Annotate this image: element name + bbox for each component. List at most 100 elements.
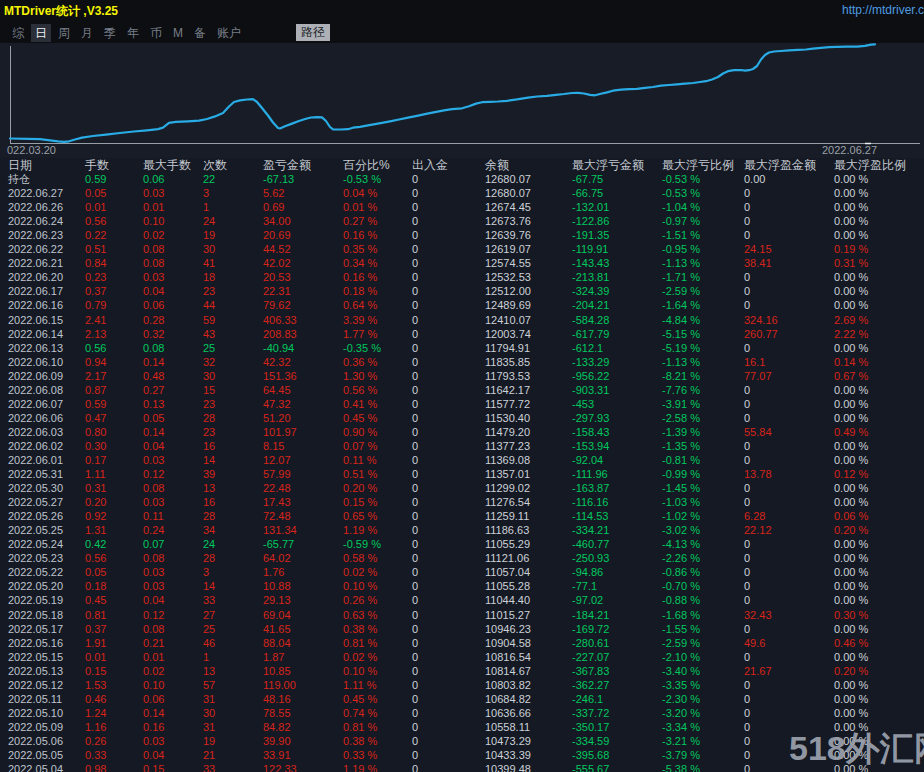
app-url-link[interactable]: http://mtdriver.cn [842,3,924,17]
table-row[interactable]: 2022.06.092.170.4830151.361.30 %011793.5… [0,369,924,383]
cell: -956.22 [572,369,662,383]
table-row[interactable]: 2022.06.010.170.031412.070.11 %011369.08… [0,453,924,467]
cell: -350.17 [572,720,662,734]
cell: 0.38 % [343,734,412,748]
cell: 2022.05.30 [8,481,85,495]
tab-备[interactable]: 备 [190,24,210,42]
tab-年[interactable]: 年 [123,24,143,42]
table-body: 持仓0.590.0622-67.13-0.53 %012680.07-67.75… [0,172,924,772]
cell: 0.00 % [834,706,924,720]
table-row[interactable]: 2022.05.161.910.214688.040.81 %010904.58… [0,636,924,650]
cell: 0.20 % [834,523,924,537]
cell: 0 [744,341,834,355]
cell: -334.59 [572,734,662,748]
table-row[interactable]: 2022.06.130.560.0825-40.94-0.35 %011794.… [0,341,924,355]
tab-日[interactable]: 日 [31,24,51,42]
cell: -903.31 [572,383,662,397]
table-row[interactable]: 2022.06.260.010.0110.690.01 %012674.45-1… [0,200,924,214]
tab-季[interactable]: 季 [100,24,120,42]
table-row[interactable]: 2022.06.020.300.04168.150.07 %011377.23-… [0,439,924,453]
cell: 0 [412,734,485,748]
cell: 0.08 [143,551,203,565]
cell: 0.15 [85,664,143,678]
tab-月[interactable]: 月 [77,24,97,42]
table-row[interactable]: 2022.06.210.840.084142.020.34 %012574.55… [0,256,924,270]
cell: -133.29 [572,355,662,369]
table-row[interactable]: 2022.05.230.560.082864.020.58 %011121.06… [0,551,924,565]
cell: 0.16 % [343,228,412,242]
cell: 48.16 [263,692,343,706]
table-row[interactable]: 2022.06.080.870.271564.450.56 %011642.17… [0,383,924,397]
table-row[interactable]: 2022.06.060.470.052851.200.45 %011530.40… [0,411,924,425]
cell: 2022.06.02 [8,439,85,453]
table-row[interactable]: 持仓0.590.0622-67.13-0.53 %012680.07-67.75… [0,172,924,186]
table-row[interactable]: 2022.05.251.310.2434131.341.19 %011186.6… [0,523,924,537]
table-row[interactable]: 2022.06.270.050.0335.620.04 %012680.07-6… [0,186,924,200]
path-button[interactable]: 路径 [296,24,330,41]
cell: 1 [203,200,263,214]
cell: 0.74 % [343,706,412,720]
table-row[interactable]: 2022.05.180.810.122769.040.63 %011015.27… [0,608,924,622]
cell: 3.39 % [343,313,412,327]
cell: -2.26 % [662,551,744,565]
cell: 0.07 % [343,439,412,453]
table-row[interactable]: 2022.05.050.330.042133.910.33 %010433.39… [0,748,924,762]
table-row[interactable]: 2022.06.030.800.1423101.970.90 %011479.2… [0,425,924,439]
tab-币[interactable]: 币 [146,24,166,42]
table-row[interactable]: 2022.05.220.050.0331.760.02 %011057.04-9… [0,565,924,579]
tab-账户[interactable]: 账户 [213,24,245,42]
table-row[interactable]: 2022.05.300.310.081322.480.20 %011299.02… [0,481,924,495]
tab-周[interactable]: 周 [54,24,74,42]
table-row[interactable]: 2022.05.091.160.163184.820.81 %010558.11… [0,720,924,734]
cell: 0 [412,369,485,383]
table-row[interactable]: 2022.05.240.420.0724-65.77-0.59 %011055.… [0,537,924,551]
table-row[interactable]: 2022.06.170.370.042322.310.18 %012512.00… [0,284,924,298]
table-row[interactable]: 2022.05.101.240.143078.550.74 %010636.66… [0,706,924,720]
cell: 2022.05.12 [8,678,85,692]
cell: -7.76 % [662,383,744,397]
table-row[interactable]: 2022.06.070.590.132347.320.41 %011577.72… [0,397,924,411]
table-row[interactable]: 2022.06.220.510.083044.520.35 %012619.07… [0,242,924,256]
table-row[interactable]: 2022.06.152.410.2859406.333.39 %012410.0… [0,313,924,327]
cell: -617.79 [572,327,662,341]
tab-M[interactable]: M [169,24,187,42]
tab-综[interactable]: 综 [8,24,28,42]
table-row[interactable]: 2022.05.190.450.043329.130.26 %011044.40… [0,593,924,607]
cell: -362.27 [572,678,662,692]
table-row[interactable]: 2022.05.260.920.112872.480.65 %011259.11… [0,509,924,523]
cell: 1.11 [85,467,143,481]
table-row[interactable]: 2022.05.150.010.0111.870.02 %010816.54-2… [0,650,924,664]
table-row[interactable]: 2022.05.170.370.082541.650.38 %010946.23… [0,622,924,636]
table-row[interactable]: 2022.06.142.130.3243208.831.77 %012003.7… [0,327,924,341]
table-row[interactable]: 2022.06.100.940.143242.320.36 %011835.85… [0,355,924,369]
cell: 0.02 [143,664,203,678]
equity-curve-svg [0,43,924,158]
table-row[interactable]: 2022.05.121.530.1057119.001.11 %010803.8… [0,678,924,692]
cell: 64.02 [263,551,343,565]
cell: 10558.11 [485,720,572,734]
table-row[interactable]: 2022.06.240.560.102434.000.27 %012673.76… [0,214,924,228]
cell: 10636.66 [485,706,572,720]
cell: -555.67 [572,762,662,772]
cell: 2022.06.21 [8,256,85,270]
table-row[interactable]: 2022.05.311.110.123957.990.51 %011357.01… [0,467,924,481]
table-row[interactable]: 2022.05.200.180.031410.880.10 %011055.28… [0,579,924,593]
cell: -3.35 % [662,678,744,692]
cell: 38.41 [744,256,834,270]
cell: 2.41 [85,313,143,327]
table-row[interactable]: 2022.06.160.790.064479.620.64 %012489.69… [0,298,924,312]
cell: 0.18 [85,579,143,593]
cell: -204.21 [572,298,662,312]
table-row[interactable]: 2022.05.110.460.063148.160.45 %010684.82… [0,692,924,706]
cell: -184.21 [572,608,662,622]
cell: 0 [412,678,485,692]
table-row[interactable]: 2022.05.040.980.1533122.331.19 %010399.4… [0,762,924,772]
cell: -116.16 [572,495,662,509]
table-row[interactable]: 2022.06.200.230.031820.530.16 %012532.53… [0,270,924,284]
table-row[interactable]: 2022.06.230.220.021920.690.16 %012639.76… [0,228,924,242]
table-row[interactable]: 2022.05.270.200.031617.430.15 %011276.54… [0,495,924,509]
table-row[interactable]: 2022.05.130.150.021310.850.10 %010814.67… [0,664,924,678]
table-row[interactable]: 2022.05.060.260.031939.900.38 %010473.29… [0,734,924,748]
cell: 11186.63 [485,523,572,537]
cell: 0.84 [85,256,143,270]
